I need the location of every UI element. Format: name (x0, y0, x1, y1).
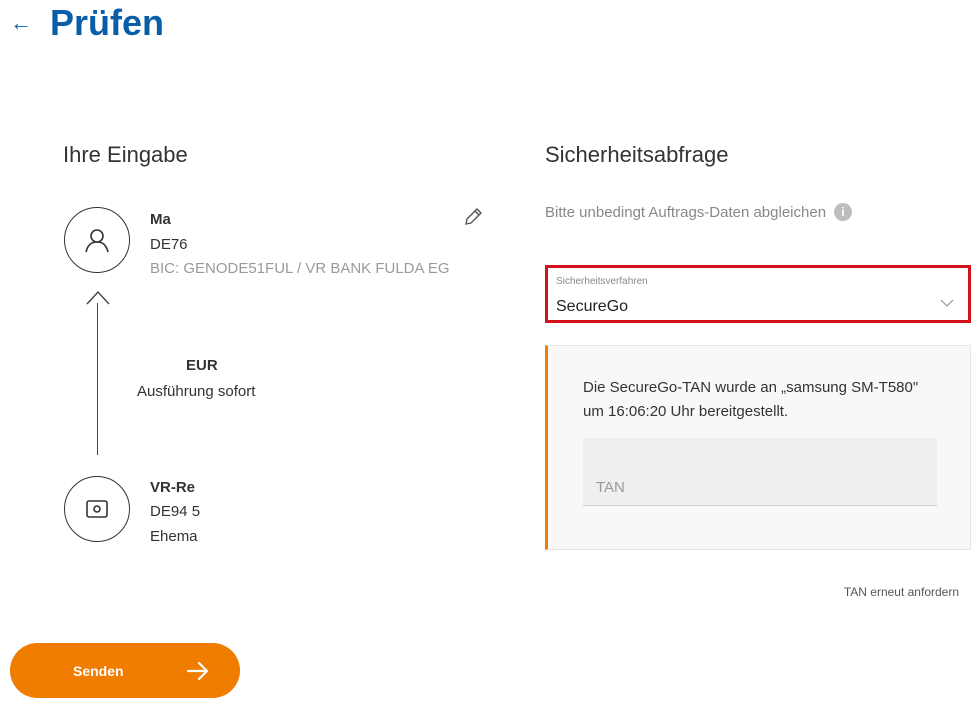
recipient-bic: BIC: GENODE51FUL / VR BANK FULDA EG (150, 260, 450, 277)
sender-iban: DE94 5 (150, 503, 201, 520)
arrow-up-icon (86, 290, 110, 305)
send-label: Senden (73, 662, 124, 679)
pencil-icon[interactable] (462, 206, 484, 233)
chevron-down-icon (940, 299, 954, 307)
arrow-left-icon[interactable]: ← (10, 12, 32, 34)
person-icon (64, 207, 130, 273)
tan-panel: Die SecureGo-TAN wurde an „samsung SM-T5… (545, 345, 971, 550)
arrow-right-icon (186, 661, 209, 680)
input-section-title: Ihre Eingabe (63, 142, 188, 167)
security-section-title: Sicherheitsabfrage (545, 142, 729, 167)
amount-currency: EUR (186, 357, 218, 374)
execution-type: Ausführung sofort (137, 383, 256, 400)
info-icon[interactable]: i (834, 203, 853, 221)
verification-hint: Bitte unbedingt Auftrags-Daten abgleiche… (545, 203, 853, 221)
select-label: Sicherheitsverfahren (556, 276, 648, 287)
sender-owner: Ehema (150, 528, 198, 545)
flow-line (97, 303, 98, 455)
recipient-iban: DE76 (150, 236, 188, 253)
security-method-select[interactable]: Sicherheitsverfahren SecureGo (545, 265, 971, 323)
tan-resend-link[interactable]: TAN erneut anfordern (844, 585, 959, 599)
select-value: SecureGo (556, 298, 629, 315)
sender-name: VR-Re (150, 479, 196, 496)
page-header: ← Prüfen (10, 2, 164, 44)
recipient-name: Ma (150, 211, 171, 228)
tan-input[interactable] (583, 438, 937, 506)
hint-text: Bitte unbedingt Auftrags-Daten abgleiche… (545, 203, 827, 221)
tan-message: Die SecureGo-TAN wurde an „samsung SM-T5… (583, 379, 919, 420)
send-button[interactable]: Senden (10, 643, 240, 698)
page-title: Prüfen (50, 2, 165, 43)
account-card-icon (64, 476, 130, 542)
